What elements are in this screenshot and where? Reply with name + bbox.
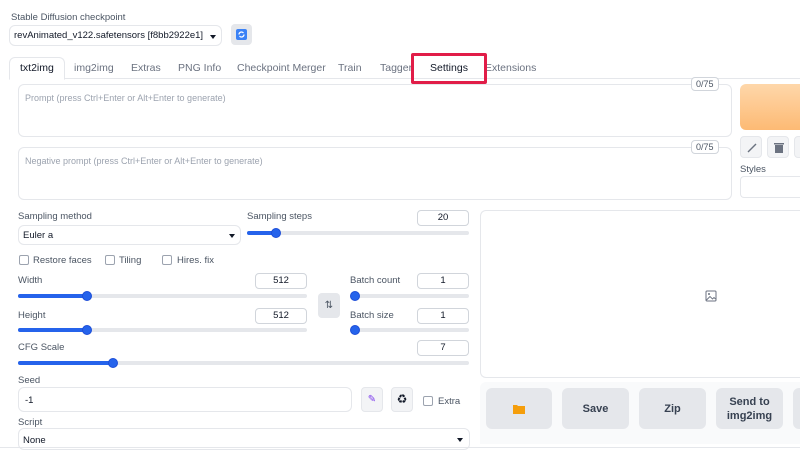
cfg-scale-input[interactable]: 7 xyxy=(417,340,469,356)
height-label: Height xyxy=(18,310,46,321)
tab-png-info[interactable]: PNG Info xyxy=(178,61,221,75)
tab-tagger[interactable]: Tagger xyxy=(380,61,412,75)
pencil-icon xyxy=(747,143,757,153)
generate-button[interactable] xyxy=(740,84,800,130)
negative-prompt-textarea[interactable] xyxy=(18,147,732,200)
height-input[interactable]: 512 xyxy=(255,308,307,324)
width-input[interactable]: 512 xyxy=(255,273,307,289)
image-placeholder-icon xyxy=(705,290,717,302)
prompt-token-counter: 0/75 xyxy=(691,77,719,91)
sampling-steps-input[interactable]: 20 xyxy=(417,210,469,226)
tab-train[interactable]: Train xyxy=(338,61,362,75)
restore-faces-label: Restore faces xyxy=(33,255,92,266)
slider-handle[interactable] xyxy=(82,325,93,335)
chevron-down-icon xyxy=(210,35,216,39)
tiling-label: Tiling xyxy=(119,255,142,266)
tab-extensions[interactable]: Extensions xyxy=(485,61,536,75)
batch-count-slider[interactable] xyxy=(350,291,469,301)
tab-extras[interactable]: Extras xyxy=(131,61,161,75)
tab-checkpoint-merger[interactable]: Checkpoint Merger xyxy=(237,61,326,75)
sampling-steps-label: Sampling steps xyxy=(247,211,312,222)
save-button[interactable]: Save xyxy=(562,388,629,429)
swap-dimensions-button[interactable]: ⇅ xyxy=(318,293,340,318)
seed-label: Seed xyxy=(18,375,41,386)
swap-icon: ⇅ xyxy=(324,300,334,311)
seed-value: -1 xyxy=(25,395,34,406)
checkpoint-value: revAnimated_v122.safetensors [f8bb2922e1… xyxy=(14,30,204,41)
refresh-checkpoint-button[interactable] xyxy=(231,24,252,45)
negative-prompt-token-counter: 0/75 xyxy=(691,140,719,154)
tab-txt2img[interactable]: txt2img xyxy=(20,61,54,75)
sampling-steps-slider[interactable] xyxy=(247,228,469,238)
cfg-scale-slider[interactable] xyxy=(18,358,469,368)
folder-icon xyxy=(513,404,525,414)
slider-handle[interactable] xyxy=(107,358,118,368)
tiling-checkbox[interactable] xyxy=(105,255,115,265)
extra-seed-label: Extra xyxy=(438,396,461,407)
script-label: Script xyxy=(18,417,43,428)
random-seed-button[interactable]: ✎ xyxy=(361,387,383,412)
chevron-down-icon xyxy=(229,234,235,238)
slider-handle[interactable] xyxy=(350,325,360,335)
styles-label: Styles xyxy=(740,164,766,175)
tab-img2img[interactable]: img2img xyxy=(74,61,114,75)
height-slider[interactable] xyxy=(18,325,307,335)
batch-count-input[interactable]: 1 xyxy=(417,273,469,289)
recycle-icon: ♻ xyxy=(396,392,408,406)
zip-button[interactable]: Zip xyxy=(639,388,706,429)
refresh-icon xyxy=(236,29,247,40)
hires-fix-checkbox[interactable] xyxy=(162,255,172,265)
edit-style-button[interactable] xyxy=(740,136,762,158)
slider-handle[interactable] xyxy=(82,291,93,301)
extra-tool-button[interactable] xyxy=(794,136,800,158)
checkpoint-dropdown[interactable]: revAnimated_v122.safetensors [f8bb2922e1… xyxy=(9,25,222,46)
clear-prompt-button[interactable] xyxy=(767,136,789,158)
slider-handle[interactable] xyxy=(350,291,360,301)
restore-faces-checkbox[interactable] xyxy=(19,255,29,265)
styles-dropdown[interactable] xyxy=(740,176,800,198)
cfg-scale-label: CFG Scale xyxy=(18,342,65,353)
negative-prompt-placeholder: Negative prompt (press Ctrl+Enter or Alt… xyxy=(25,156,263,166)
open-folder-button[interactable] xyxy=(486,388,552,429)
sampling-method-dropdown[interactable]: Euler a xyxy=(18,225,241,245)
prompt-placeholder: Prompt (press Ctrl+Enter or Alt+Enter to… xyxy=(25,93,226,103)
batch-size-slider[interactable] xyxy=(350,325,469,335)
output-gallery xyxy=(480,210,800,378)
page-bottom-divider xyxy=(0,447,800,448)
dice-icon: ✎ xyxy=(367,394,377,405)
width-slider[interactable] xyxy=(18,291,307,301)
trash-icon xyxy=(774,143,784,153)
extra-seed-checkbox[interactable] xyxy=(423,396,433,406)
batch-count-label: Batch count xyxy=(350,275,401,286)
chevron-down-icon xyxy=(457,438,463,442)
sampling-method-label: Sampling method xyxy=(18,211,92,222)
reuse-seed-button[interactable]: ♻ xyxy=(391,387,413,412)
hires-fix-label: Hires. fix xyxy=(177,255,214,266)
sampling-method-value: Euler a xyxy=(23,230,54,241)
send-to-next-button[interactable] xyxy=(793,388,800,429)
settings-highlight-box xyxy=(411,53,487,84)
prompt-textarea[interactable] xyxy=(18,84,732,137)
batch-size-label: Batch size xyxy=(350,310,394,321)
script-value: None xyxy=(23,435,46,446)
send-to-img2img-button[interactable]: Send to img2img xyxy=(716,388,783,429)
slider-handle[interactable] xyxy=(270,228,281,238)
checkpoint-label: Stable Diffusion checkpoint xyxy=(11,12,126,23)
batch-size-input[interactable]: 1 xyxy=(417,308,469,324)
width-label: Width xyxy=(18,275,43,286)
seed-input[interactable]: -1 xyxy=(18,387,352,412)
